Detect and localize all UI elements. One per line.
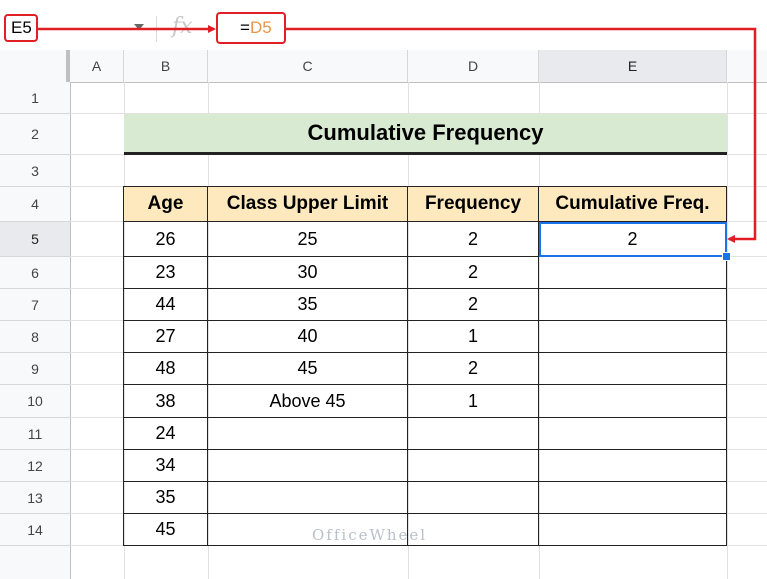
row-header-bar: 1 2 3 4 5 6 7 8 9 10 11 12 13 14 [0,82,71,579]
row-header-7[interactable]: 7 [0,289,70,321]
cell-cumulative-freq[interactable] [538,288,727,321]
cell-class-upper-limit[interactable]: 35 [207,288,408,321]
cell-age[interactable]: 34 [123,449,208,482]
cell-frequency[interactable] [407,417,539,450]
header-cumulative-freq[interactable]: Cumulative Freq. [538,186,727,222]
cell-cumulative-freq[interactable] [538,352,727,385]
cell-class-upper-limit[interactable]: 30 [207,256,408,289]
header-age[interactable]: Age [123,186,208,222]
column-header-e[interactable]: E [539,50,727,82]
header-class-upper-limit[interactable]: Class Upper Limit [207,186,408,222]
cell-cumulative-freq[interactable] [538,417,727,450]
row-header-10[interactable]: 10 [0,385,70,418]
watermark-text: OfficeWheel [312,526,428,544]
fill-handle[interactable] [722,252,731,261]
name-box[interactable]: E5 [4,14,38,42]
sheet-title[interactable]: Cumulative Frequency [124,114,727,155]
cell-cumulative-freq[interactable] [538,320,727,353]
row-header-6[interactable]: 6 [0,257,70,289]
cell-frequency[interactable]: 2 [407,352,539,385]
formula-bar: E5 fx =D5 [0,0,767,51]
cell-age[interactable]: 44 [123,288,208,321]
cell-class-upper-limit[interactable]: 25 [207,221,408,257]
cell-age[interactable]: 45 [123,513,208,546]
row-header-12[interactable]: 12 [0,450,70,482]
cell-age[interactable]: 24 [123,417,208,450]
cell-class-upper-limit[interactable]: Above 45 [207,384,408,418]
cell-frequency[interactable]: 1 [407,384,539,418]
cell-age[interactable]: 38 [123,384,208,418]
cell-frequency[interactable]: 2 [407,288,539,321]
formula-input[interactable]: =D5 [216,12,286,44]
cell-age[interactable]: 26 [123,221,208,257]
cell-class-upper-limit[interactable] [207,481,408,514]
cell-cumulative-freq[interactable] [538,481,727,514]
row-header-1[interactable]: 1 [0,82,70,114]
cell-class-upper-limit[interactable] [207,449,408,482]
column-header-b[interactable]: B [124,50,208,82]
gridline-vertical [727,82,728,579]
formula-equals: = [240,18,250,37]
cell-frequency[interactable] [407,449,539,482]
cell-cumulative-freq[interactable] [538,449,727,482]
row-header-3[interactable]: 3 [0,155,70,187]
cell-age[interactable]: 48 [123,352,208,385]
formula-bar-divider [156,16,157,42]
row-header-5[interactable]: 5 [0,222,70,257]
fx-icon: fx [172,14,193,39]
formula-cell-reference: D5 [249,18,272,37]
cell-class-upper-limit[interactable]: 45 [207,352,408,385]
cell-frequency[interactable]: 2 [407,221,539,257]
active-cell-selection[interactable] [539,222,727,257]
row-header-2[interactable]: 2 [0,114,70,155]
cell-cumulative-freq[interactable] [538,256,727,289]
row-header-4[interactable]: 4 [0,187,70,222]
cell-class-upper-limit[interactable] [207,417,408,450]
row-header-11[interactable]: 11 [0,418,70,450]
header-frequency[interactable]: Frequency [407,186,539,222]
column-header-c[interactable]: C [208,50,408,82]
row-header-14[interactable]: 14 [0,514,70,546]
column-header-d[interactable]: D [408,50,539,82]
cell-age[interactable]: 35 [123,481,208,514]
cell-class-upper-limit[interactable]: 40 [207,320,408,353]
row-header-8[interactable]: 8 [0,321,70,353]
select-all-corner[interactable] [0,50,70,82]
cell-cumulative-freq[interactable] [538,384,727,418]
row-header-9[interactable]: 9 [0,353,70,385]
cell-cumulative-freq[interactable] [538,513,727,546]
column-header-bar: A B C D E [0,50,767,83]
cell-frequency[interactable]: 2 [407,256,539,289]
cell-age[interactable]: 27 [123,320,208,353]
cell-frequency[interactable]: 1 [407,320,539,353]
cell-age[interactable]: 23 [123,256,208,289]
row-header-13[interactable]: 13 [0,482,70,514]
chevron-down-icon[interactable] [134,24,144,30]
cell-frequency[interactable] [407,481,539,514]
column-header-a[interactable]: A [70,50,124,82]
